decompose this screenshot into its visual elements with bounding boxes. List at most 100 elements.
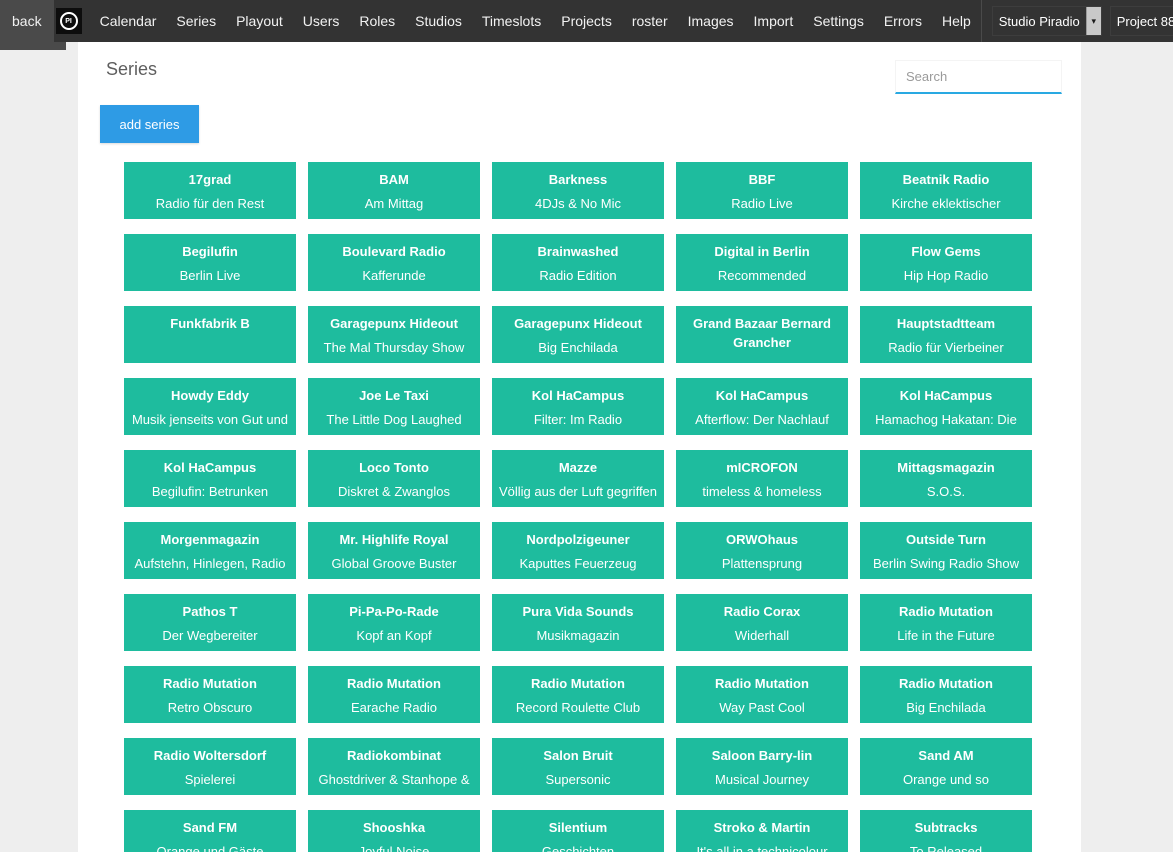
series-card-title: mICROFON [682, 458, 842, 477]
series-card-title: Hauptstadtteam [866, 314, 1026, 333]
series-card-title: Radio Mutation [314, 674, 474, 693]
series-card[interactable]: Mr. Highlife RoyalGlobal Groove Buster [308, 522, 480, 579]
series-card[interactable]: Kol HaCampusHamachog Hakatan: Die [860, 378, 1032, 435]
nav-item-projects[interactable]: Projects [551, 0, 622, 42]
series-card[interactable]: MittagsmagazinS.O.S. [860, 450, 1032, 507]
series-card-subtitle: Begilufin: Betrunken [130, 482, 290, 501]
series-card-subtitle: Life in the Future [866, 626, 1026, 645]
series-card[interactable]: Loco TontoDiskret & Zwanglos [308, 450, 480, 507]
series-card-title: Salon Bruit [498, 746, 658, 765]
series-card[interactable]: Kol HaCampusAfterflow: Der Nachlauf [676, 378, 848, 435]
series-card[interactable]: Pi-Pa-Po-RadeKopf an Kopf [308, 594, 480, 651]
series-card-subtitle: Radio Live [682, 194, 842, 213]
project-select-value: Project 88vier [1111, 14, 1173, 29]
series-card-title: Pathos T [130, 602, 290, 621]
nav-item-roster[interactable]: roster [622, 0, 678, 42]
nav-item-import[interactable]: Import [744, 0, 804, 42]
nav-item-settings[interactable]: Settings [803, 0, 874, 42]
series-card[interactable]: Pura Vida SoundsMusikmagazin [492, 594, 664, 651]
series-card[interactable]: BrainwashedRadio Edition [492, 234, 664, 291]
series-card-title: Flow Gems [866, 242, 1026, 261]
series-card-subtitle: Radio für den Rest [130, 194, 290, 213]
series-card[interactable]: Outside TurnBerlin Swing Radio Show [860, 522, 1032, 579]
series-card[interactable]: Garagepunx HideoutThe Mal Thursday Show [308, 306, 480, 363]
series-card[interactable]: SilentiumGeschichten [492, 810, 664, 852]
nav-item-roles[interactable]: Roles [349, 0, 405, 42]
series-card[interactable]: RadiokombinatGhostdriver & Stanhope & [308, 738, 480, 795]
series-card-subtitle: Musikmagazin [498, 626, 658, 645]
series-card[interactable]: Barkness 4DJs & No Mic [492, 162, 664, 219]
nav-item-timeslots[interactable]: Timeslots [472, 0, 551, 42]
series-card-subtitle: It's all in a technicolour [682, 842, 842, 852]
series-card-subtitle: The Mal Thursday Show [314, 338, 474, 357]
series-card[interactable]: BBFRadio Live [676, 162, 848, 219]
series-card[interactable]: Radio MutationBig Enchilada [860, 666, 1032, 723]
series-card[interactable]: Sand AMOrange und so [860, 738, 1032, 795]
series-card[interactable]: Radio MutationRetro Obscuro [124, 666, 296, 723]
series-card[interactable]: Flow GemsHip Hop Radio [860, 234, 1032, 291]
series-card[interactable]: SubtracksTo Released [860, 810, 1032, 852]
nav-item-images[interactable]: Images [678, 0, 744, 42]
series-card[interactable]: Joe Le TaxiThe Little Dog Laughed [308, 378, 480, 435]
series-card[interactable]: Radio CoraxWiderhall [676, 594, 848, 651]
navbar-left: back PI CalendarSeriesPlayoutUsersRolesS… [0, 0, 981, 42]
series-card-subtitle: Geschichten [498, 842, 658, 852]
series-card[interactable]: Funkfabrik B [124, 306, 296, 363]
series-card[interactable]: HauptstadtteamRadio für Vierbeiner [860, 306, 1032, 363]
series-card[interactable]: ShooshkaJoyful Noise [308, 810, 480, 852]
nav-item-studios[interactable]: Studios [405, 0, 472, 42]
series-card[interactable]: Radio MutationLife in the Future [860, 594, 1032, 651]
nav-item-back[interactable]: back [0, 0, 54, 42]
series-card[interactable]: Radio MutationRecord Roulette Club [492, 666, 664, 723]
nav-item-errors[interactable]: Errors [874, 0, 932, 42]
nav-item-series[interactable]: Series [166, 0, 226, 42]
content-container: Series add series 17gradRadio für den Re… [78, 42, 1081, 852]
series-card[interactable]: NordpolzigeunerKaputtes Feuerzeug [492, 522, 664, 579]
series-card-title: Barkness [498, 170, 658, 189]
series-card[interactable]: 17grad Radio für den Rest [124, 162, 296, 219]
series-card[interactable]: Pathos TDer Wegbereiter [124, 594, 296, 651]
series-card[interactable]: Grand Bazaar Bernard Grancher [676, 306, 848, 363]
series-card[interactable]: Boulevard RadioKafferunde [308, 234, 480, 291]
series-card-title: Begilufin [130, 242, 290, 261]
studio-select-value: Studio Piradio [993, 14, 1086, 29]
navbar-right: Studio Piradio ▾ Project 88vier ▾ Logout… [981, 0, 1173, 42]
search-input[interactable] [895, 60, 1062, 94]
series-card[interactable]: BAMAm Mittag [308, 162, 480, 219]
series-card[interactable]: Radio MutationWay Past Cool [676, 666, 848, 723]
series-card[interactable]: Sand FMOrange und Gäste [124, 810, 296, 852]
series-card-subtitle: Earache Radio [314, 698, 474, 717]
series-card-title: Sand FM [130, 818, 290, 837]
series-card[interactable]: Kol HaCampusBegilufin: Betrunken [124, 450, 296, 507]
series-card-title: Boulevard Radio [314, 242, 474, 261]
series-card[interactable]: BegilufinBerlin Live [124, 234, 296, 291]
nav-item-calendar[interactable]: Calendar [90, 0, 167, 42]
series-card[interactable]: Radio WoltersdorfSpielerei [124, 738, 296, 795]
nav-item-users[interactable]: Users [293, 0, 350, 42]
series-card-title: Grand Bazaar Bernard Grancher [682, 314, 842, 352]
add-series-button[interactable]: add series [100, 105, 199, 143]
series-card-subtitle: 4DJs & No Mic [498, 194, 658, 213]
series-card[interactable]: Stroko & MartinIt's all in a technicolou… [676, 810, 848, 852]
series-card[interactable]: Beatnik RadioKirche eklektischer [860, 162, 1032, 219]
studio-select[interactable]: Studio Piradio ▾ [992, 6, 1102, 36]
series-card[interactable]: Radio Mutation Earache Radio [308, 666, 480, 723]
series-card[interactable]: Saloon Barry-linMusical Journey [676, 738, 848, 795]
nav-item-help[interactable]: Help [932, 0, 981, 42]
series-card[interactable]: MazzeVöllig aus der Luft gegriffen [492, 450, 664, 507]
nav-item-playout[interactable]: Playout [226, 0, 293, 42]
series-card-subtitle: Afterflow: Der Nachlauf [682, 410, 842, 429]
series-card[interactable]: mICROFONtimeless & homeless [676, 450, 848, 507]
series-card[interactable]: Digital in BerlinRecommended [676, 234, 848, 291]
series-card-subtitle: Radio Edition [498, 266, 658, 285]
series-grid: 17gradRadio für den RestBAMAm MittagBark… [124, 162, 1081, 852]
series-card[interactable]: Salon BruitSupersonic [492, 738, 664, 795]
series-card[interactable]: Kol HaCampusFilter: Im Radio [492, 378, 664, 435]
series-card[interactable]: MorgenmagazinAufstehn, Hinlegen, Radio [124, 522, 296, 579]
piradio-logo-icon[interactable]: PI [56, 8, 82, 34]
series-card-title: 17grad [130, 170, 290, 189]
series-card[interactable]: Garagepunx HideoutBig Enchilada [492, 306, 664, 363]
series-card[interactable]: ORWOhausPlattensprung [676, 522, 848, 579]
project-select[interactable]: Project 88vier ▾ [1110, 6, 1173, 36]
series-card[interactable]: Howdy EddyMusik jenseits von Gut und [124, 378, 296, 435]
